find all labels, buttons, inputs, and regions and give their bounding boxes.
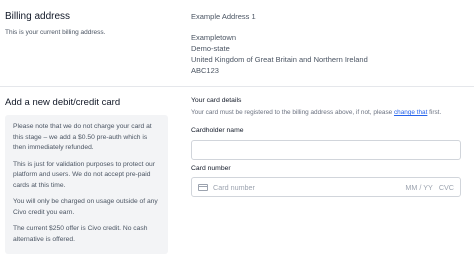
address-line-2: Exampletown [191,33,237,42]
address-line-5: ABC123 [191,66,219,75]
billing-address-heading: Billing address [5,11,71,22]
cardholder-name-input[interactable] [191,140,461,160]
notice-preauth: Please note that we do not charge your c… [13,123,152,151]
credit-card-icon [198,183,208,191]
billing-address-subtitle: This is your current billing address. [5,29,106,36]
card-notice-panel: Please note that we do not charge your c… [5,115,168,254]
card-number-placeholder: Card number [213,182,255,192]
card-details-note: Your card must be registered to the bill… [191,109,441,116]
address-spacer [191,22,368,32]
notice-validation: This is just for validation purposes to … [13,160,155,189]
note-text-before: Your card must be registered to the bill… [191,109,394,116]
change-address-link[interactable]: change that [394,109,427,116]
address-line-3: Demo-state [191,44,230,53]
section-divider [0,86,474,87]
add-card-heading: Add a new debit/credit card [5,97,121,108]
card-details-label: Your card details [191,97,242,104]
note-text-after: first. [427,109,442,116]
card-number-input[interactable]: Card number MM / YY CVC [191,177,461,197]
notice-usage: You will only be charged on usage outsid… [13,198,158,216]
cvc-placeholder: CVC [438,182,454,192]
cardholder-name-label: Cardholder name [191,127,244,134]
billing-page: Billing address This is your current bil… [0,0,474,262]
card-number-label: Card number [191,165,231,172]
address-line-1: Example Address 1 [191,12,256,21]
billing-address-block: Example Address 1 Exampletown Demo-state… [191,11,368,76]
expiry-placeholder: MM / YY [405,182,433,192]
notice-credit-offer: The current $250 offer is Civo credit. N… [13,225,148,243]
address-line-4: United Kingdom of Great Britain and Nort… [191,55,368,64]
